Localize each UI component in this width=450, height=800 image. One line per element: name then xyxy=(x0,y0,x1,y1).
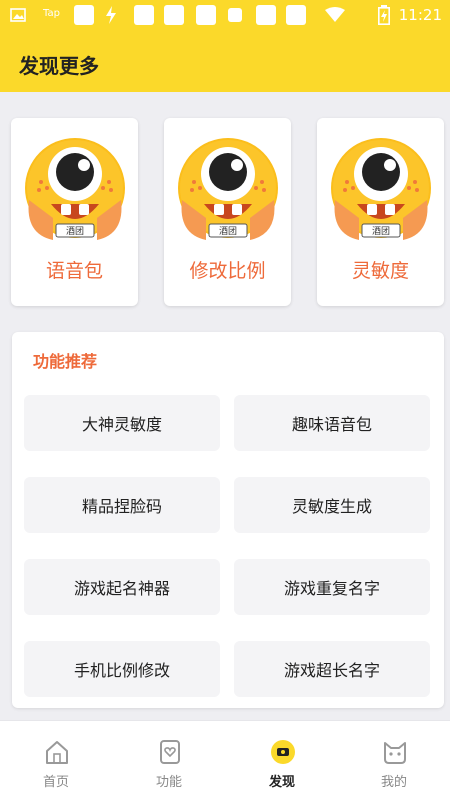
discover-icon xyxy=(271,740,295,764)
tab-label: 功能 xyxy=(155,775,182,790)
square-icon xyxy=(164,5,184,25)
feature-button-face-codes[interactable]: 精品捏脸码 xyxy=(24,477,220,533)
monster-avatar-icon: 酒团 xyxy=(331,138,431,240)
tab-home[interactable]: 首页 xyxy=(0,721,112,800)
monster-avatar-icon: 酒团 xyxy=(25,138,125,240)
feature-button-duplicate-name[interactable]: 游戏重复名字 xyxy=(234,559,430,615)
page-header: 发现更多 xyxy=(0,30,450,92)
cat-face-icon xyxy=(384,742,406,764)
svg-text:酒团: 酒团 xyxy=(219,226,237,237)
feature-button-long-name[interactable]: 游戏超长名字 xyxy=(234,641,430,697)
monster-avatar-icon: 酒团 xyxy=(178,138,278,240)
carrier-text: Tap xyxy=(43,8,60,19)
svg-text:酒团: 酒团 xyxy=(66,226,84,237)
bottom-tab-bar: 首页 功能 发现 我的 xyxy=(0,720,450,800)
status-bar: Tap 11:21 xyxy=(0,0,450,30)
feature-button-pro-sensitivity[interactable]: 大神灵敏度 xyxy=(24,395,220,451)
square-icon xyxy=(286,5,306,25)
recommend-panel: 功能推荐 大神灵敏度 趣味语音包 精品捏脸码 灵敏度生成 游戏起名神器 游戏重复… xyxy=(12,332,444,708)
square-icon xyxy=(228,8,242,22)
feature-button-name-generator[interactable]: 游戏起名神器 xyxy=(24,559,220,615)
feature-heart-icon xyxy=(160,740,180,764)
tab-profile[interactable]: 我的 xyxy=(338,721,450,800)
card-modify-ratio[interactable]: 酒团 修改比例 xyxy=(164,118,291,306)
feature-button-phone-ratio[interactable]: 手机比例修改 xyxy=(24,641,220,697)
card-label: 语音包 xyxy=(45,260,103,282)
square-icon xyxy=(196,5,216,25)
home-icon xyxy=(46,741,68,764)
feature-button-sensitivity-generator[interactable]: 灵敏度生成 xyxy=(234,477,430,533)
tab-label: 发现 xyxy=(268,775,295,790)
tab-discover[interactable]: 发现 xyxy=(226,721,338,800)
wifi-icon xyxy=(325,7,345,22)
card-label: 灵敏度 xyxy=(351,260,409,282)
tab-label: 首页 xyxy=(42,775,69,790)
flash-icon xyxy=(106,6,116,24)
card-sensitivity[interactable]: 酒团 灵敏度 xyxy=(317,118,444,306)
recommend-title: 功能推荐 xyxy=(33,352,98,371)
tab-features[interactable]: 功能 xyxy=(113,721,225,800)
svg-text:酒团: 酒团 xyxy=(372,226,390,237)
card-voice-pack[interactable]: 酒团 语音包 xyxy=(11,118,138,306)
square-icon xyxy=(134,5,154,25)
tab-label: 我的 xyxy=(380,775,407,790)
status-time: 11:21 xyxy=(398,6,442,24)
card-label: 修改比例 xyxy=(189,260,266,282)
page-title: 发现更多 xyxy=(19,54,99,78)
square-icon xyxy=(256,5,276,25)
battery-charging-icon xyxy=(378,5,390,25)
image-icon xyxy=(10,8,26,22)
square-icon xyxy=(74,5,94,25)
feature-button-fun-voice-pack[interactable]: 趣味语音包 xyxy=(234,395,430,451)
